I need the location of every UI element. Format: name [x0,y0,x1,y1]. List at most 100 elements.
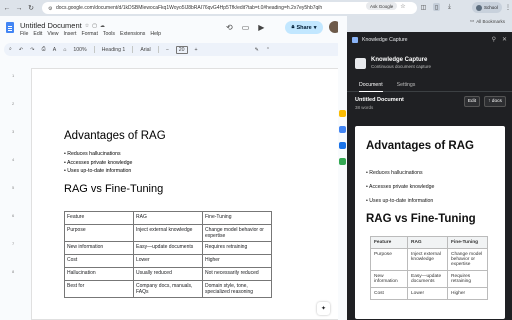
table-cell[interactable]: RAG [133,211,203,225]
zoom-select[interactable]: 100% [73,47,86,53]
table-cell[interactable]: Cost [64,254,134,268]
table-cell[interactable]: Feature [64,211,134,225]
url-text: docs.google.com/document/d/1kDSBMlewocaF… [56,5,323,11]
close-icon[interactable]: ✕ [502,36,507,43]
table-cell: Feature [370,236,408,249]
ruler-mark: 7 [12,241,15,246]
download-icon[interactable]: ⤓ [446,3,453,11]
docs-logo-icon[interactable] [6,22,14,33]
menu-help[interactable]: Help [150,31,161,37]
table-cell[interactable]: Lower [133,254,203,268]
table-cell[interactable]: Purpose [64,224,134,242]
edit-button[interactable]: Edit [464,96,480,107]
side-panel-icon[interactable]: ▯ [433,3,440,11]
list-item: Accesses private knowledge [366,180,434,194]
table-cell[interactable]: Hallucination [64,267,134,281]
address-bar[interactable]: ⚙ docs.google.com/document/d/1kDSBMlewoc… [42,2,417,14]
menu-extensions[interactable]: Extensions [120,31,145,37]
document-title[interactable]: Untitled Document ☆ ▢ ☁ [20,21,105,30]
table-cell: Fine-Tuning [447,236,488,249]
contacts-icon[interactable] [339,142,346,149]
menu-insert[interactable]: Insert [63,31,76,37]
font-size-decrease-icon[interactable]: − [166,47,169,53]
search-menus-icon[interactable]: ⌕ [9,46,12,53]
heading-advantages[interactable]: Advantages of RAG [64,130,166,142]
back-icon[interactable]: ← [2,3,12,13]
share-button[interactable]: 🔒︎ Share ▾ [285,21,323,34]
table-cell[interactable]: New information [64,241,134,255]
table-cell[interactable]: Requires retraining [202,241,272,255]
tab-document[interactable]: Document [359,78,383,92]
document-page[interactable]: Advantages of RAG Reduces hallucinations… [31,68,339,320]
ruler-mark: 8 [12,269,15,274]
font-select[interactable]: Arial [140,47,150,53]
collapse-toolbar-icon[interactable]: ⌃ [266,47,270,53]
undo-icon[interactable]: ↶ [19,47,23,53]
table-cell[interactable]: Easy—update documents [133,241,203,255]
paint-format-icon[interactable]: ⌂ [63,47,66,53]
ruler-mark: 3 [12,129,15,134]
bookmark-star-icon[interactable]: ☆ [400,3,405,10]
style-select[interactable]: Heading 1 [102,47,126,53]
table-cell[interactable]: Not necessarily reduced [202,267,272,281]
cloud-status-icon[interactable]: ☁ [100,23,105,29]
extension-icons: ◫ ▯ ⤓ [420,3,453,11]
comparison-table[interactable]: Feature RAG Fine-Tuning Purpose Inject exte… [64,211,272,298]
menu-view[interactable]: View [47,31,58,37]
reload-icon[interactable]: ↻ [26,3,36,13]
table-cell[interactable]: Best for [64,280,134,298]
font-size-input[interactable]: 20 [175,45,188,54]
document-title-text[interactable]: Untitled Document [20,21,82,30]
table-row: Purpose Inject external knowledge Change m… [64,224,272,242]
video-call-icon[interactable]: ▶ [258,23,264,32]
menu-file[interactable]: File [20,31,28,37]
menu-edit[interactable]: Edit [33,31,42,37]
list-item[interactable]: Uses up-to-date information [64,167,132,176]
menu-tools[interactable]: Tools [103,31,115,37]
ruler-mark: 4 [12,157,15,162]
browser-menu-icon[interactable]: ⋮ [505,4,511,11]
side-panel-title[interactable]: Knowledge Capture [362,37,408,43]
forward-icon[interactable]: → [14,3,24,13]
maps-icon[interactable] [339,158,346,165]
table-cell[interactable]: Usually reduced [133,267,203,281]
table-cell[interactable]: Change model behavior or expertise [202,224,272,242]
font-size-increase-icon[interactable]: + [195,47,198,53]
table-cell: Purpose [370,248,408,271]
comments-icon[interactable]: ▭ [242,23,250,32]
print-icon[interactable]: ⎙ [42,46,46,53]
site-info-icon[interactable]: ⚙ [48,6,53,12]
table-cell[interactable]: Domain style, tone, specialized reasonin… [202,280,272,298]
bullet-list[interactable]: Reduces hallucinations Accesses private … [64,150,132,176]
document-preview[interactable]: Advantages of RAG Reduces hallucinations… [355,126,505,319]
heading-comparison[interactable]: RAG vs Fine-Tuning [64,183,163,195]
pin-icon[interactable]: ⚲ [492,36,496,43]
list-item[interactable]: Accesses private knowledge [64,159,132,168]
ruler-mark: 1 [12,73,15,78]
keep-icon[interactable] [339,110,346,117]
table-row: Feature RAG Fine-Tuning [370,236,488,249]
menu-format[interactable]: Format [81,31,97,37]
table-cell[interactable]: Company docs, manuals, FAQs [133,280,203,298]
move-folder-icon[interactable]: ▢ [92,23,97,29]
edit-mode-icon[interactable]: ✎ [255,47,259,53]
table-row: New information Easy—update documents Requ… [64,241,272,255]
app-logo-icon [355,57,366,69]
list-item[interactable]: Reduces hallucinations [64,150,132,159]
table-cell[interactable]: Fine-Tuning [202,211,272,225]
tab-settings[interactable]: Settings [397,78,416,92]
spellcheck-icon[interactable]: A [53,47,56,53]
all-bookmarks[interactable]: ▭ All Bookmarks [470,18,505,24]
history-icon[interactable]: ⟲ [226,23,233,32]
table-cell[interactable]: Higher [202,254,272,268]
tasks-icon[interactable] [339,126,346,133]
export-docs-button[interactable]: ↑ docs [484,96,506,107]
extension-icon[interactable]: ◫ [420,3,427,11]
star-icon[interactable]: ☆ [85,23,89,29]
explore-icon[interactable]: ✦ [317,302,330,315]
profile-chip[interactable]: School [472,2,502,13]
ask-google-button[interactable]: Ask Google [366,2,398,10]
redo-icon[interactable]: ↷ [30,47,34,53]
app-subtitle: Continuous document capture [371,64,432,69]
table-cell[interactable]: Inject external knowledge [133,224,203,242]
